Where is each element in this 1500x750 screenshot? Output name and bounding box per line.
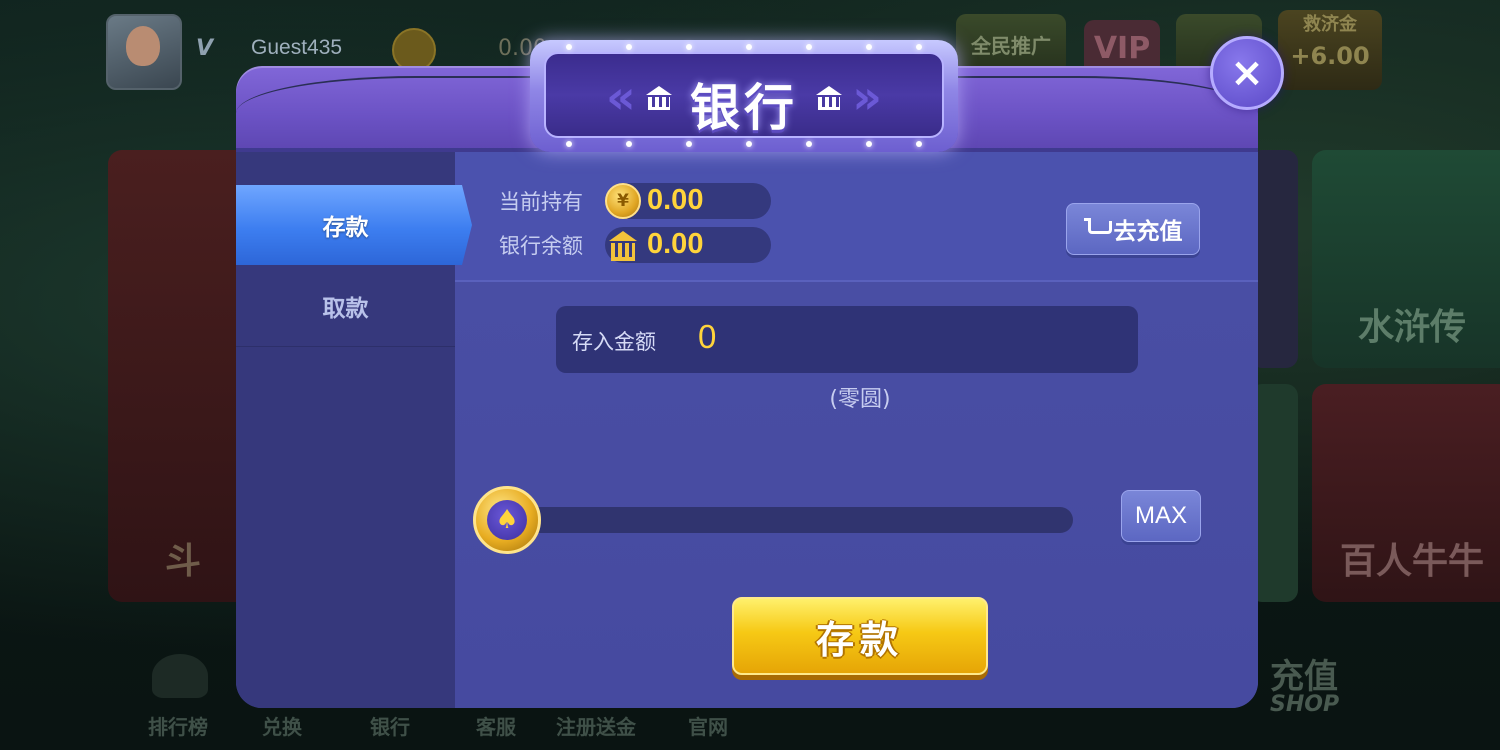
light-dot: [566, 44, 572, 50]
light-dot: [686, 44, 692, 50]
bank-icon: [605, 227, 641, 263]
amount-slider-handle[interactable]: ♠: [473, 486, 541, 554]
avatar: [106, 14, 182, 90]
light-dot: [746, 141, 752, 147]
light-dot: [626, 141, 632, 147]
nav-exchange: 兑换: [262, 715, 302, 739]
holdings-value: 0.00: [647, 184, 704, 216]
title-plaque-inner: « » 银行: [544, 52, 944, 138]
light-dot: [806, 141, 812, 147]
relief-fund-value: +6.00: [1290, 42, 1370, 70]
holdings-label: 当前持有: [499, 190, 583, 214]
game-card-label: 水浒传: [1357, 307, 1466, 348]
light-dot: [916, 141, 922, 147]
deposit-amount-label: 存入金额: [572, 330, 656, 354]
amount-in-words: (零圆): [829, 387, 891, 412]
light-dot: [746, 44, 752, 50]
nav-service: 客服: [476, 715, 516, 739]
relief-fund-button: 救济金 +6.00: [1278, 10, 1382, 90]
nav-official-site: 官网: [688, 715, 728, 739]
deposit-button-label: 存款: [815, 617, 904, 662]
shop-subtitle: SHOP: [1270, 692, 1340, 717]
game-card-niuniu: 百人牛牛: [1312, 384, 1500, 602]
nav-register-bonus: 注册送金: [556, 715, 636, 739]
cart-icon: [1083, 218, 1112, 240]
relief-fund-label: 救济金: [1303, 14, 1357, 35]
coin-icon: ¥: [605, 183, 641, 219]
spade-icon: ♠: [487, 500, 527, 540]
tab-deposit[interactable]: 存款: [236, 185, 472, 265]
promo-button: 全民推广: [956, 14, 1066, 74]
username-label: Guest435: [251, 36, 343, 59]
trophy-icon: [152, 654, 208, 698]
max-button[interactable]: MAX: [1121, 490, 1201, 542]
light-dot: [866, 141, 872, 147]
recharge-button-label: 去充值: [1113, 219, 1183, 245]
light-dot: [916, 44, 922, 50]
close-icon: ×: [1230, 50, 1264, 96]
close-button[interactable]: ×: [1210, 36, 1284, 110]
deposit-amount-value[interactable]: 0: [698, 318, 716, 356]
balance-info-band: 当前持有 ¥ 0.00 银行余额 0.00 去充值: [455, 152, 1258, 282]
game-card-water-margin: 水浒传: [1312, 150, 1500, 368]
title-plaque: « » 银行: [530, 40, 958, 152]
shop-title: 充值: [1270, 657, 1338, 697]
light-dot: [686, 141, 692, 147]
nav-bank: 银行: [370, 715, 410, 739]
shop-button: 充值 SHOP: [1270, 660, 1339, 716]
bank-balance-label: 银行余额: [499, 234, 583, 258]
tab-withdraw[interactable]: 取款: [236, 266, 455, 347]
nav-ranking: 排行榜: [148, 715, 208, 739]
bank-dialog: 当前持有 ¥ 0.00 银行余额 0.00 去充值 存入金额 0 (零圆) ♠ …: [236, 36, 1284, 708]
dialog-body: 当前持有 ¥ 0.00 银行余额 0.00 去充值 存入金额 0 (零圆) ♠ …: [236, 152, 1258, 708]
vip-level-badge: V: [196, 36, 214, 61]
dialog-title: 银行: [690, 79, 798, 137]
light-dot: [626, 44, 632, 50]
dialog-main-panel: 当前持有 ¥ 0.00 银行余额 0.00 去充值 存入金额 0 (零圆) ♠ …: [455, 152, 1258, 708]
tab-deposit-label: 存款: [322, 215, 369, 241]
recharge-button[interactable]: 去充值: [1066, 203, 1200, 255]
game-card-label: 百人牛牛: [1339, 541, 1484, 582]
light-dot: [566, 141, 572, 147]
deposit-amount-field[interactable]: 存入金额 0: [556, 306, 1138, 373]
light-dot: [806, 44, 812, 50]
tab-withdraw-label: 取款: [322, 296, 369, 322]
bank-balance-value: 0.00: [647, 228, 704, 260]
light-dot: [866, 44, 872, 50]
amount-slider-track[interactable]: [491, 507, 1073, 533]
deposit-button[interactable]: 存款: [732, 597, 988, 675]
